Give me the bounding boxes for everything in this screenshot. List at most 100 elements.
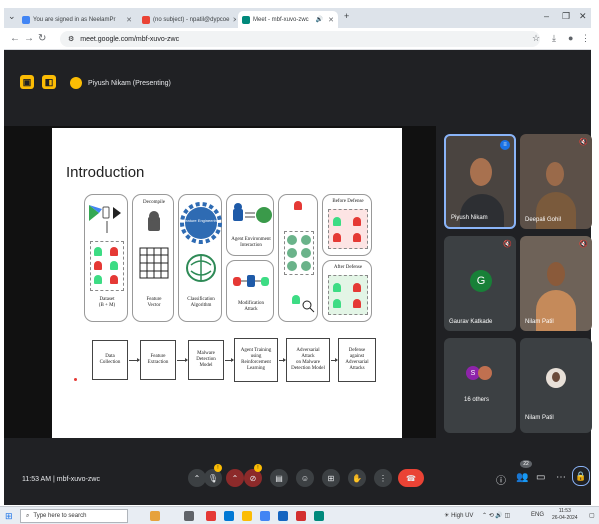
forward-icon[interactable]: →	[24, 33, 34, 44]
android-malware-icon	[110, 247, 118, 256]
notification-icon[interactable]: ▢	[589, 512, 595, 519]
people-icon[interactable]: 👥	[516, 472, 528, 483]
emoji-button[interactable]: ☺	[296, 469, 314, 487]
leave-call-button[interactable]: ☎	[398, 469, 424, 487]
participant-tile[interactable]: 🔇 Nilam Patil	[520, 236, 592, 331]
browser-tab-meet[interactable]: Meet - mbf-xuvo-zwc 🔊 ✕	[238, 11, 338, 28]
clock[interactable]: 11:53 26-04-2024	[552, 508, 578, 522]
more-options-button[interactable]: ⋮	[374, 469, 392, 487]
android-benign-icon	[110, 261, 118, 270]
search-icon: ⌕	[26, 512, 30, 519]
participant-name: Nilam Patil	[525, 319, 554, 325]
agent-environment-icon	[233, 203, 272, 223]
brain-icon	[186, 254, 216, 282]
presenter-chip: Piyush Nikam (Presenting)	[70, 77, 171, 89]
tab-close-icon[interactable]: ✕	[328, 16, 334, 24]
android-benign-icon	[94, 247, 102, 256]
raise-hand-button[interactable]: ✋	[348, 469, 366, 487]
dataset-panel: Dataset (B + M)	[84, 194, 128, 322]
chrome-icon[interactable]	[260, 511, 270, 521]
windows-start-icon[interactable]: ⊞	[5, 511, 13, 522]
present-screen-button[interactable]: ⊞	[322, 469, 340, 487]
camera-warning-badge: !	[254, 464, 262, 472]
app-icon[interactable]	[314, 511, 324, 521]
participant-tile[interactable]: ≡ Piyush Nikam	[444, 134, 516, 229]
weather-text: High UV	[451, 513, 474, 519]
meeting-details-icon[interactable]: ⓘ	[496, 472, 506, 487]
minimize-button[interactable]: –	[544, 11, 549, 21]
system-tray-icons[interactable]: ⌃ ⟲ 🔊 ◫	[482, 512, 510, 519]
others-tile[interactable]: S 16 others	[444, 338, 516, 433]
flow-arrow	[331, 358, 338, 362]
weather-widget[interactable]: ☀ High UV	[444, 512, 473, 519]
tab-close-icon[interactable]: ✕	[232, 16, 236, 24]
play-store-icon	[89, 205, 121, 233]
task-view-icon[interactable]	[184, 511, 194, 521]
android-malware-icon	[353, 217, 361, 226]
gmail-icon	[142, 15, 150, 24]
clock-date: 26-04-2024	[552, 515, 578, 521]
maximize-button[interactable]: ❐	[562, 11, 570, 22]
adversarial-samples-icon	[287, 235, 311, 271]
app-icon[interactable]	[206, 511, 216, 521]
participant-tile[interactable]: G 🔇 Gaurav Katkade	[444, 236, 516, 331]
taskbar-search[interactable]: ⌕ Type here to search	[20, 509, 128, 523]
participant-name: Gaurav Katkade	[449, 319, 493, 325]
tab-label: You are signed in as NeelamPr	[33, 16, 116, 23]
reload-icon[interactable]: ↻	[38, 33, 46, 44]
url-field[interactable]: ⚙ meet.google.com/mbf-xuvo-zwc	[60, 31, 540, 47]
android-malware-icon	[333, 233, 341, 242]
window-close-button[interactable]: ✕	[579, 11, 587, 22]
language-indicator[interactable]: ENG	[531, 512, 544, 518]
mic-warning-badge: !	[214, 464, 222, 472]
new-tab-button[interactable]: +	[344, 11, 349, 21]
modification-panel: Modification Attack	[226, 260, 274, 322]
participant-tile[interactable]: Nilam Patil	[520, 338, 592, 433]
browser-tab-gmail[interactable]: (no subject) - npatil@dypcoe ✕	[138, 11, 236, 28]
after-defense-caption: After Defense	[333, 265, 363, 270]
word-icon[interactable]	[278, 511, 288, 521]
site-info-icon[interactable]: ⚙	[68, 35, 74, 43]
camera-options-button[interactable]: ⌃	[226, 469, 244, 487]
magnifier-icon	[302, 300, 315, 313]
bookmark-star-icon[interactable]: ☆	[532, 33, 540, 44]
widget-icon[interactable]	[150, 511, 160, 521]
download-icon[interactable]: ⤓	[552, 33, 556, 44]
file-explorer-icon[interactable]	[242, 511, 252, 521]
android-benign-icon	[94, 275, 102, 284]
android-malware-icon	[353, 233, 361, 242]
meet-window: ▣ ◧ Piyush Nikam (Presenting) Introducti…	[4, 50, 592, 505]
powerpoint-icon[interactable]	[296, 511, 306, 521]
feature-grid-icon	[139, 247, 169, 279]
feature-engineering-gear-icon: Feature Engineering	[180, 202, 222, 244]
windows-taskbar: ⊞ ⌕ Type here to search ☀ High UV ⌃ ⟲ 🔊 …	[0, 506, 599, 524]
pin-layout-icon[interactable]: ◧	[42, 75, 56, 89]
profile-icon[interactable]: ●	[568, 33, 573, 43]
host-controls-icon[interactable]: 🔒	[572, 466, 590, 486]
participant-avatar-face	[552, 372, 560, 382]
modification-caption: Modification Attack	[237, 301, 265, 312]
flow-arrow	[129, 358, 140, 362]
android-benign-icon	[333, 283, 341, 292]
flow-arrow	[279, 358, 286, 362]
tab-close-icon[interactable]: ✕	[126, 16, 132, 24]
back-icon[interactable]: ←	[10, 33, 20, 44]
tab-label: (no subject) - npatil@dypcoe	[153, 16, 230, 23]
participant-tile[interactable]: 🔇 Deepali Gohil	[520, 134, 592, 229]
android-benign-icon	[333, 217, 341, 226]
participant-name: Piyush Nikam	[451, 215, 488, 221]
android-malware-icon	[94, 261, 102, 270]
tab-search-icon[interactable]: ⌄	[8, 11, 16, 22]
participant-name: Deepali Gohil	[525, 217, 562, 223]
captions-button[interactable]: ▤	[270, 469, 288, 487]
browser-tab-signed-in[interactable]: You are signed in as NeelamPr ✕	[18, 11, 136, 28]
edge-icon[interactable]	[224, 511, 234, 521]
mic-off-icon: 🔇	[503, 241, 512, 248]
activities-icon[interactable]: ⋯	[556, 472, 566, 483]
after-defense-box	[328, 275, 368, 315]
presentation-icon[interactable]: ▣	[20, 75, 34, 89]
chat-icon[interactable]: ▭	[536, 472, 545, 483]
before-defense-box	[328, 209, 368, 249]
browser-menu-icon[interactable]: ⋮	[581, 33, 590, 44]
url-text: meet.google.com/mbf-xuvo-zwc	[80, 35, 180, 43]
